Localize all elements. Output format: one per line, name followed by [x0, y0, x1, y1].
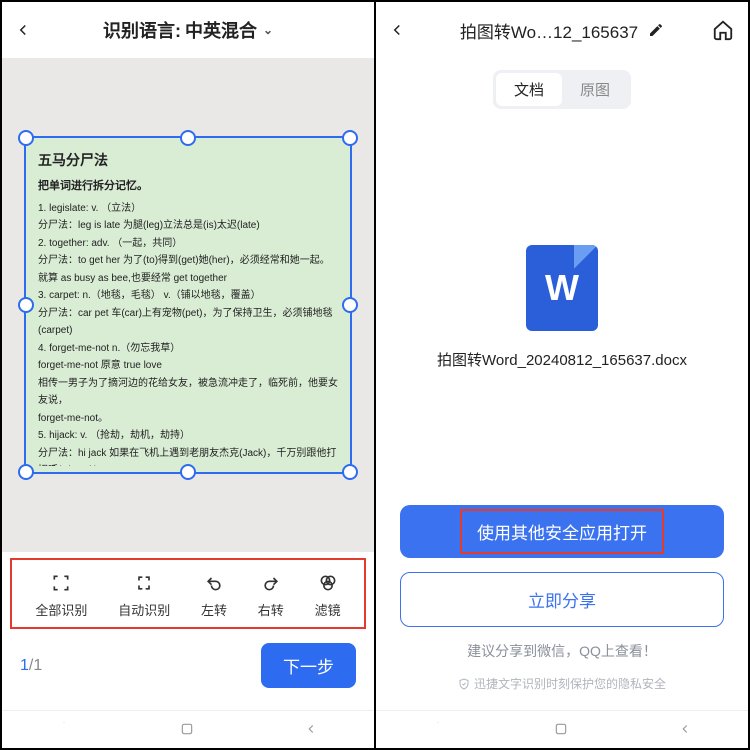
page-current: 1 [20, 657, 29, 674]
document-content: 五马分尸法 把单词进行拆分记忆。 1. legislate: v. （立法）分尸… [32, 144, 344, 466]
segment-original[interactable]: 原图 [562, 73, 628, 106]
doc-line: 分尸法：to get her 为了(to)得到(get)她(her)，必须经常和… [38, 252, 338, 270]
back-icon[interactable] [14, 21, 32, 39]
crop-handle-tr[interactable] [342, 130, 358, 146]
left-header: 识别语言: 中英混合 ⌄ [2, 2, 374, 58]
doc-line: 3. carpet: n.（地毯，毛毯） v.（铺以地毯，覆盖） [38, 287, 338, 305]
home-icon[interactable] [712, 19, 734, 41]
doc-line: 5. hijack: v. （抢劫，劫机，劫持） [38, 427, 338, 445]
tool-filter[interactable]: 滤镜 [315, 572, 341, 619]
rotate-right-icon [260, 572, 282, 594]
actions: 使用其他安全应用打开 立即分享 建议分享到微信，QQ上查看！ [376, 505, 748, 675]
toolbar: 全部识别 自动识别 左转 右转 滤镜 [10, 558, 366, 629]
doc-line: forget-me-not 原意 true love [38, 357, 338, 375]
filename-label: 拍图转Word_20240812_165637.docx [425, 349, 699, 370]
crop-all-icon [50, 572, 72, 594]
crop-handle-mr[interactable] [342, 297, 358, 313]
doc-line: forget-me-not。 [38, 410, 338, 428]
nav-back-icon[interactable] [678, 722, 694, 738]
tool-rotate-right[interactable]: 右转 [258, 572, 284, 619]
doc-line: 1. legislate: v. （立法） [38, 200, 338, 218]
nav-back-icon[interactable] [304, 722, 320, 738]
doc-line: 分尸法：hi jack 如果在飞机上遇到老朋友杰克(Jack)，千万别跟他打招呼… [38, 445, 338, 466]
open-with-button[interactable]: 使用其他安全应用打开 [400, 505, 724, 558]
tool-crop-auto[interactable]: 自动识别 [118, 572, 170, 619]
back-icon[interactable] [388, 21, 406, 39]
crop-handle-br[interactable] [342, 464, 358, 480]
tool-crop-all[interactable]: 全部识别 [35, 572, 87, 619]
footer: 1/1 下一步 [2, 629, 374, 710]
privacy-hint: 迅捷文字识别时刻保护您的隐私安全 [376, 675, 748, 692]
system-navbar-left [2, 710, 374, 748]
chevron-down-icon[interactable]: ⌄ [263, 23, 273, 37]
page-total: /1 [29, 657, 42, 674]
crop-handle-bm[interactable] [180, 464, 196, 480]
filter-icon [317, 572, 339, 594]
doc-subtitle: 把单词进行拆分记忆。 [38, 177, 338, 196]
crop-auto-icon [133, 572, 155, 594]
doc-title: 五马分尸法 [38, 148, 338, 173]
system-navbar-right [376, 710, 748, 748]
lang-label: 识别语言: [103, 17, 181, 43]
crop-handle-tm[interactable] [180, 130, 196, 146]
nav-recents-icon[interactable] [56, 722, 72, 738]
next-button[interactable]: 下一步 [261, 643, 356, 688]
image-preview[interactable]: 五马分尸法 把单词进行拆分记忆。 1. legislate: v. （立法）分尸… [2, 58, 374, 552]
file-title[interactable]: 拍图转Wo…12_165637 [460, 18, 664, 43]
doc-line: 2. together: adv. （一起，共同） [38, 235, 338, 253]
nav-home-icon[interactable] [180, 722, 196, 738]
segment-doc[interactable]: 文档 [496, 73, 562, 106]
shield-icon [458, 678, 470, 690]
doc-line: 分尸法：car pet 车(car)上有宠物(pet)，为了保持卫生，必须铺地毯… [38, 305, 338, 340]
nav-recents-icon[interactable] [430, 722, 446, 738]
segment-control: 文档 原图 [376, 70, 748, 109]
word-file-icon: W [526, 245, 598, 331]
crop-handle-bl[interactable] [18, 464, 34, 480]
right-header: 拍图转Wo…12_165637 [376, 2, 748, 58]
doc-line: 就算 as busy as bee,也要经常 get together [38, 270, 338, 288]
lang-value[interactable]: 中英混合 [185, 17, 257, 43]
crop-box[interactable]: 五马分尸法 把单词进行拆分记忆。 1. legislate: v. （立法）分尸… [24, 136, 352, 474]
right-pane: 拍图转Wo…12_165637 文档 原图 W 拍图转Word_20240812… [374, 2, 748, 748]
tool-rotate-left[interactable]: 左转 [201, 572, 227, 619]
share-hint: 建议分享到微信，QQ上查看！ [400, 641, 724, 661]
doc-line: 分尸法：leg is late 为腿(leg)立法总是(is)太迟(late) [38, 217, 338, 235]
edit-icon[interactable] [648, 22, 664, 38]
file-area: W 拍图转Word_20240812_165637.docx [376, 109, 748, 505]
crop-handle-ml[interactable] [18, 297, 34, 313]
nav-home-icon[interactable] [554, 722, 570, 738]
doc-line: 相传一男子为了摘河边的花给女友，被急流冲走了，临死前，他要女友说， [38, 375, 338, 410]
pager: 1/1 [20, 657, 42, 675]
crop-handle-tl[interactable] [18, 130, 34, 146]
rotate-left-icon [203, 572, 225, 594]
share-button[interactable]: 立即分享 [400, 572, 724, 627]
left-pane: 识别语言: 中英混合 ⌄ 五马分尸法 把单词进行拆分记忆。 1. legisla… [2, 2, 374, 748]
doc-line: 4. forget-me-not n.（勿忘我草） [38, 340, 338, 358]
